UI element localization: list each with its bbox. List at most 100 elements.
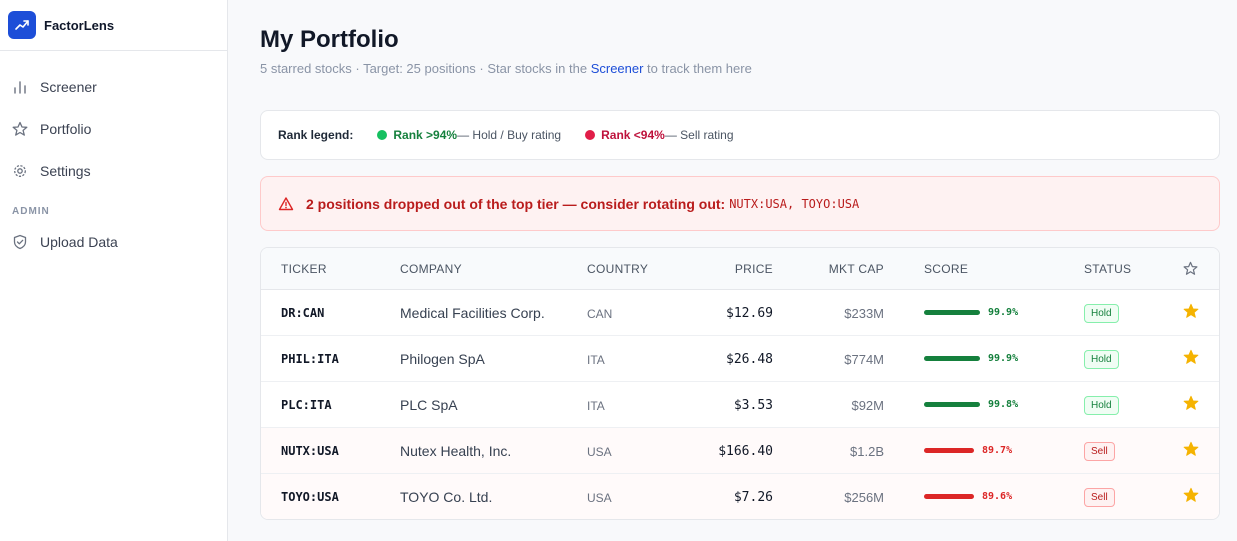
table-body: DR:CAN Medical Facilities Corp. CAN $12.69 $… [261,290,1219,519]
sidebar-item-screener[interactable]: Screener [0,66,227,108]
col-country[interactable]: COUNTRY [587,262,648,276]
mktcap-cell: $233M [844,306,884,321]
country-cell: USA [587,491,612,505]
country-cell: USA [587,445,612,459]
page-subtitle: 5 starred stocks · Target: 25 positions … [260,61,752,76]
country-cell: ITA [587,399,605,413]
col-score[interactable]: SCORE [924,262,968,276]
company-cell: TOYO Co. Ltd. [400,489,493,505]
table-row[interactable]: NUTX:USA Nutex Health, Inc. USA $166.40 $1.2… [261,428,1219,474]
ticker-cell[interactable]: TOYO:USA [281,490,339,504]
starred-icon[interactable] [1183,303,1199,322]
col-ticker[interactable]: TICKER [281,262,327,276]
price-cell: $3.53 [733,398,773,413]
starred-icon[interactable] [1183,349,1199,368]
score-bar [924,310,980,315]
rank-legend: Rank legend: Rank >94% — Hold / Buy rati… [260,110,1220,160]
col-price[interactable]: PRICE [701,262,773,276]
ticker-cell[interactable]: PHIL:ITA [281,352,339,366]
status-badge: Hold [1084,304,1119,323]
legend-item-hold: Rank >94% — Hold / Buy rating [377,128,561,142]
price-cell: $7.26 [733,490,773,505]
brand-name: FactorLens [44,17,115,33]
sidebar-item-upload-data[interactable]: Upload Data [0,221,227,263]
sidebar-nav: Screener Portfolio Settings ADMIN Upload… [0,51,227,263]
alert-tickers: NUTX:USA, TOYO:USA [729,196,860,211]
sidebar-item-label: Portfolio [40,121,92,137]
legend-green-label: Rank >94% [393,128,458,142]
table-row[interactable]: TOYO:USA TOYO Co. Ltd. USA $7.26 $256M 89.6% S… [261,474,1219,519]
mktcap-cell: $256M [844,490,884,505]
mktcap-cell: $92M [851,398,884,413]
starred-icon[interactable] [1183,395,1199,414]
admin-section-title: ADMIN [12,206,50,217]
price-cell: $12.69 [726,306,773,321]
sidebar-item-label: Upload Data [40,234,118,250]
country-cell: CAN [587,307,613,321]
mktcap-cell: $774M [844,352,884,367]
country-cell: ITA [587,353,605,367]
shield-icon [12,234,28,250]
legend-red-desc: — Sell rating [664,128,734,142]
score-value: 99.9% [988,353,1019,364]
score-value: 99.9% [988,307,1019,318]
sidebar-item-label: Settings [40,163,91,179]
legend-title: Rank legend: [278,128,354,142]
gear-icon [12,163,28,179]
score-cell: 99.9% [924,307,1018,318]
sidebar: FactorLens Screener Portfolio Settings A… [0,0,228,541]
star-icon [12,121,28,137]
portfolio-table: TICKER COMPANY COUNTRY PRICE MKT CAP SCO… [260,247,1220,520]
legend-red-label: Rank <94% [601,128,665,142]
trending-up-icon [8,11,36,39]
mktcap-cell: $1.2B [850,444,884,459]
page-title: My Portfolio [260,26,399,53]
company-cell: Philogen SpA [400,351,485,367]
col-mktcap[interactable]: MKT CAP [814,262,884,276]
status-badge: Hold [1084,350,1119,369]
score-value: 99.8% [988,399,1019,410]
starred-icon[interactable] [1183,487,1199,506]
price-cell: $166.40 [718,444,773,459]
price-cell: $26.48 [726,352,773,367]
company-cell: Nutex Health, Inc. [400,443,512,459]
bar-chart-icon [12,79,28,95]
score-value: 89.6% [982,491,1013,502]
legend-green-desc: — Hold / Buy rating [457,128,562,142]
green-dot-icon [377,130,388,140]
sidebar-item-settings[interactable]: Settings [0,150,227,192]
score-cell: 89.6% [924,491,1012,502]
table-row[interactable]: PLC:ITA PLC SpA ITA $3.53 $92M 99.8% Hold [261,382,1219,428]
col-company[interactable]: COMPANY [400,262,462,276]
ticker-cell[interactable]: DR:CAN [281,306,324,320]
score-bar [924,494,974,499]
score-bar [924,402,980,407]
company-cell: PLC SpA [400,397,458,413]
score-value: 89.7% [982,445,1013,456]
score-bar [924,448,974,453]
score-cell: 99.8% [924,399,1018,410]
screener-link[interactable]: Screener [591,61,644,76]
subtitle-text-end: to track them here [643,61,752,76]
ticker-cell[interactable]: PLC:ITA [281,398,332,412]
status-badge: Hold [1084,396,1119,415]
starred-icon[interactable] [1183,441,1199,460]
ticker-cell[interactable]: NUTX:USA [281,444,339,458]
rotation-alert: 2 positions dropped out of the top tier … [260,176,1220,231]
company-cell: Medical Facilities Corp. [400,305,545,321]
score-cell: 99.9% [924,353,1018,364]
subtitle-text: 5 starred stocks · Target: 25 positions … [260,61,591,76]
status-badge: Sell [1084,442,1115,461]
score-bar [924,356,980,361]
col-status[interactable]: STATUS [1084,262,1131,276]
brand[interactable]: FactorLens [0,0,227,51]
sidebar-item-portfolio[interactable]: Portfolio [0,108,227,150]
table-header: TICKER COMPANY COUNTRY PRICE MKT CAP SCO… [261,248,1219,290]
star-header-icon[interactable] [1183,261,1198,279]
red-dot-icon [585,130,596,140]
status-badge: Sell [1084,488,1115,507]
table-row[interactable]: DR:CAN Medical Facilities Corp. CAN $12.69 $… [261,290,1219,336]
alert-text: 2 positions dropped out of the top tier … [306,195,726,212]
table-row[interactable]: PHIL:ITA Philogen SpA ITA $26.48 $774M 99.9% H… [261,336,1219,382]
score-cell: 89.7% [924,445,1012,456]
